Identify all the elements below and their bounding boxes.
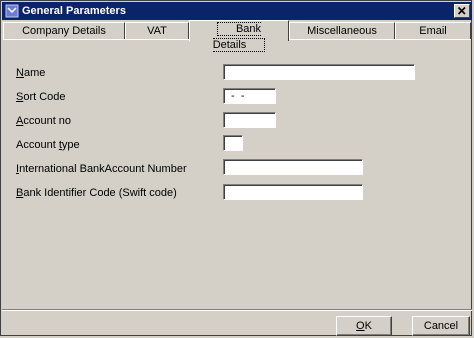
tab-bank-details[interactable]: Bank Details <box>189 20 289 52</box>
sort-code-field[interactable]: - - <box>223 88 276 104</box>
tab-email[interactable]: Email <box>395 22 471 40</box>
tab-vat[interactable]: VAT <box>125 22 189 40</box>
button-bar: OK Cancel <box>2 309 472 337</box>
tab-label: Bank Details <box>212 22 266 52</box>
account-type-field[interactable] <box>223 135 243 151</box>
tab-label: VAT <box>147 25 167 37</box>
account-no-field[interactable] <box>223 112 276 128</box>
general-parameters-window: General Parameters Company Details VAT B… <box>0 0 472 336</box>
tab-label: Miscellaneous <box>307 25 377 37</box>
account-no-label: Account no <box>16 115 72 127</box>
tab-label: Email <box>419 25 447 37</box>
tab-label: Company Details <box>22 25 106 37</box>
name-label: Name <box>16 67 46 79</box>
iban-label: International BankAccount Number <box>16 163 187 175</box>
bic-label: Bank Identifier Code (Swift code) <box>16 187 177 199</box>
ok-button[interactable]: OK <box>336 316 392 336</box>
cancel-button[interactable]: Cancel <box>412 316 470 336</box>
title-bar[interactable]: General Parameters <box>2 2 472 20</box>
close-button[interactable] <box>454 4 470 18</box>
sort-code-label: Sort Code <box>16 91 66 103</box>
separator <box>2 310 472 311</box>
window-title: General Parameters <box>22 5 126 17</box>
name-field[interactable] <box>223 64 415 80</box>
account-type-label: Account type <box>16 139 80 151</box>
close-icon <box>457 6 466 15</box>
tab-miscellaneous[interactable]: Miscellaneous <box>289 22 395 40</box>
tab-company-details[interactable]: Company Details <box>3 22 125 40</box>
bic-field[interactable] <box>223 184 363 200</box>
iban-field[interactable] <box>223 159 363 175</box>
tab-strip: Company Details VAT Bank Details Miscell… <box>3 20 471 52</box>
app-window-icon <box>5 4 19 18</box>
bank-details-panel: Name Sort Code - - Account no Account ty… <box>3 39 471 310</box>
